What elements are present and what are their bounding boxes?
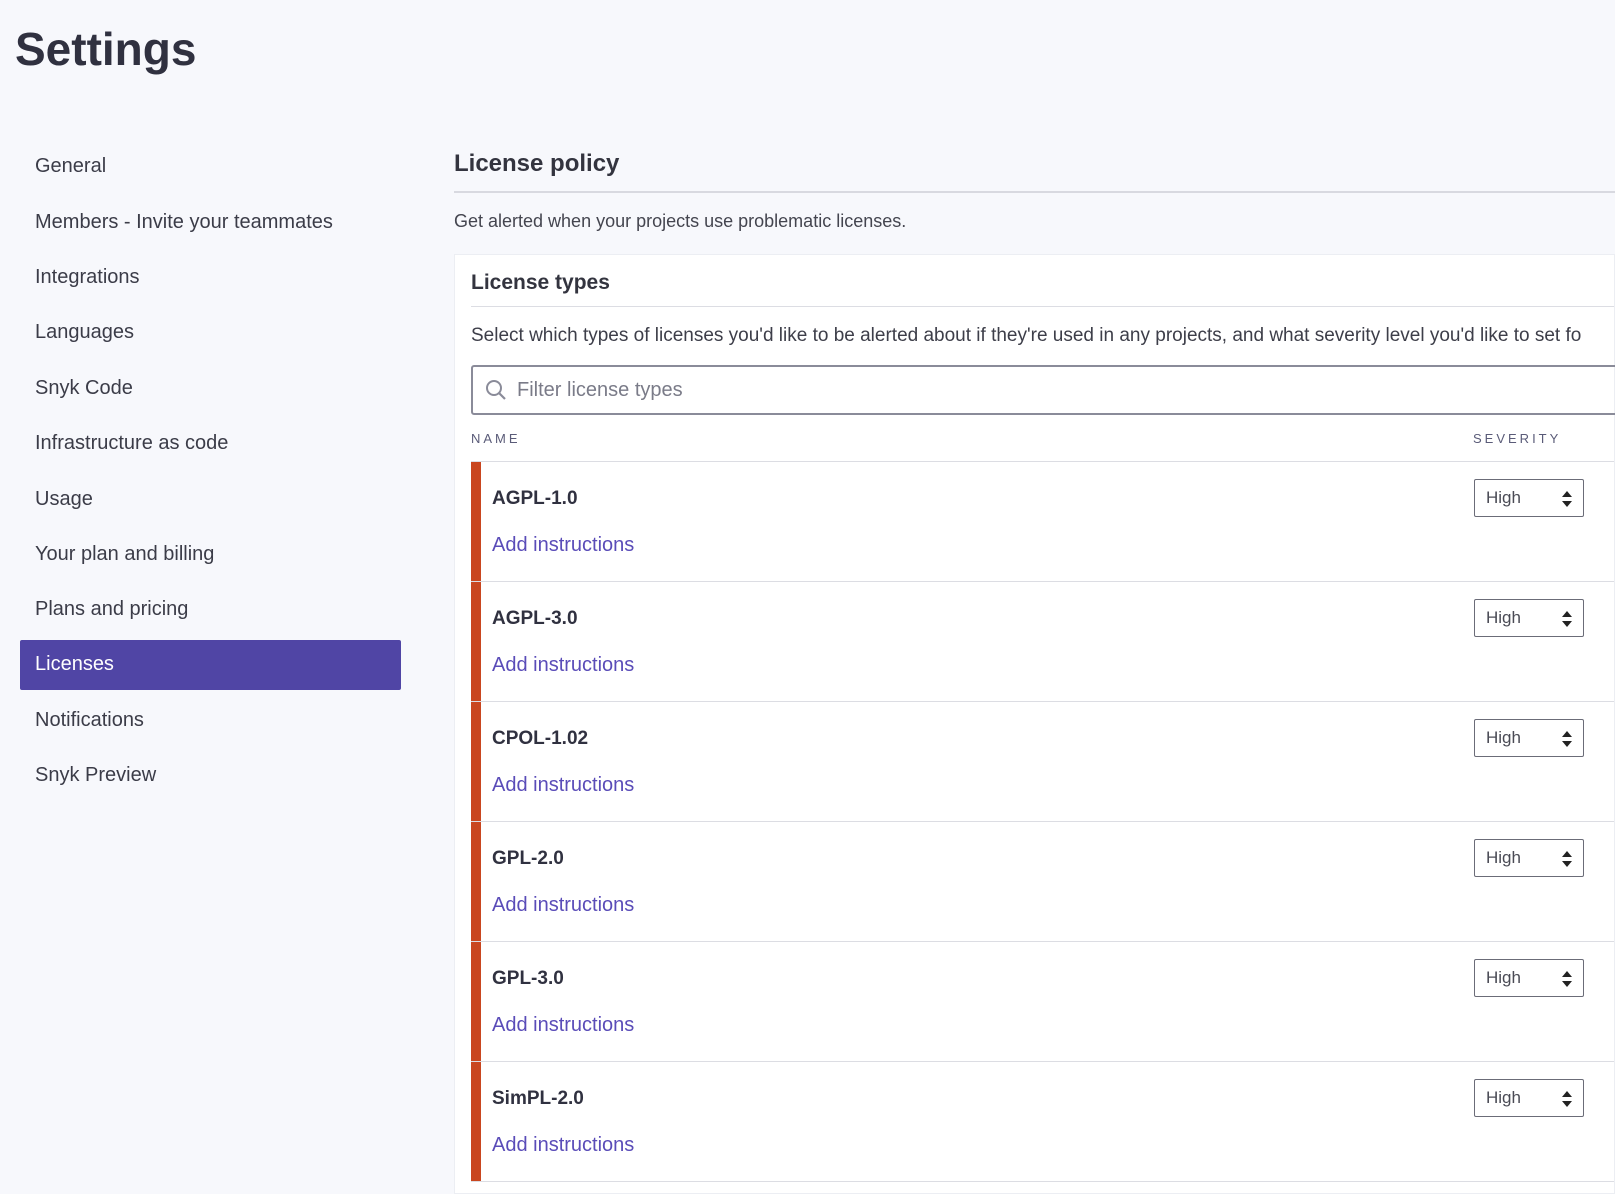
settings-sidebar: General Members - Invite your teammates In… [20, 139, 401, 803]
severity-value: High [1486, 608, 1521, 627]
filter-input[interactable] [517, 378, 1117, 402]
page-title: Settings [15, 23, 197, 75]
license-row: SimPL-2.0 Add instructions High [471, 1062, 1614, 1182]
sidebar-item-general[interactable]: General [20, 139, 401, 194]
license-name: CPOL-1.02 [492, 728, 589, 749]
severity-value: High [1486, 848, 1521, 867]
severity-bar [471, 1062, 481, 1181]
filter-field[interactable] [471, 365, 1615, 415]
severity-value: High [1486, 1088, 1521, 1107]
add-instructions-link[interactable]: Add instructions [492, 534, 634, 557]
divider [471, 306, 1614, 307]
severity-value: High [1486, 728, 1521, 747]
license-name: SimPL-2.0 [492, 1088, 584, 1109]
license-row: GPL-3.0 Add instructions High [471, 942, 1614, 1062]
sidebar-item-infrastructure-as-code[interactable]: Infrastructure as code [20, 416, 401, 471]
license-row: AGPL-1.0 Add instructions High [471, 462, 1614, 582]
section-heading: License policy [454, 150, 620, 177]
license-name: GPL-3.0 [492, 968, 564, 989]
select-arrows-icon [1562, 971, 1572, 987]
add-instructions-link[interactable]: Add instructions [492, 894, 634, 917]
sidebar-item-members-invite-your-teammates[interactable]: Members - Invite your teammates [20, 194, 401, 249]
severity-select[interactable]: High [1474, 1079, 1584, 1117]
add-instructions-link[interactable]: Add instructions [492, 1014, 634, 1037]
severity-bar [471, 582, 481, 701]
column-header-severity: SEVERITY [1473, 431, 1562, 446]
sidebar-item-integrations[interactable]: Integrations [20, 250, 401, 305]
severity-select[interactable]: High [1474, 839, 1584, 877]
select-arrows-icon [1562, 851, 1572, 867]
sidebar-item-licenses[interactable]: Licenses [20, 639, 401, 690]
divider [454, 191, 1615, 193]
add-instructions-link[interactable]: Add instructions [492, 654, 634, 677]
sidebar-item-languages[interactable]: Languages [20, 305, 401, 360]
sidebar-item-snyk-code[interactable]: Snyk Code [20, 361, 401, 416]
select-arrows-icon [1562, 731, 1572, 747]
sidebar-item-notifications[interactable]: Notifications [20, 693, 401, 748]
severity-value: High [1486, 968, 1521, 987]
section-description: Get alerted when your projects use probl… [454, 211, 907, 231]
severity-select[interactable]: High [1474, 599, 1584, 637]
license-name: GPL-2.0 [492, 848, 564, 869]
license-types-card: License types Select which types of lice… [454, 254, 1615, 1194]
sidebar-item-your-plan-and-billing[interactable]: Your plan and billing [20, 527, 401, 582]
severity-select[interactable]: High [1474, 719, 1584, 757]
severity-select[interactable]: High [1474, 479, 1584, 517]
column-header-name: NAME [471, 431, 521, 446]
add-instructions-link[interactable]: Add instructions [492, 774, 634, 797]
select-arrows-icon [1562, 1091, 1572, 1107]
severity-bar [471, 822, 481, 941]
severity-bar [471, 462, 481, 581]
license-row: GPL-2.0 Add instructions High [471, 822, 1614, 942]
card-title: License types [471, 271, 610, 294]
sidebar-item-snyk-preview[interactable]: Snyk Preview [20, 748, 401, 803]
severity-value: High [1486, 488, 1521, 507]
license-row: AGPL-3.0 Add instructions High [471, 582, 1614, 702]
card-description: Select which types of licenses you'd lik… [471, 325, 1582, 346]
select-arrows-icon [1562, 491, 1572, 507]
add-instructions-link[interactable]: Add instructions [492, 1134, 634, 1157]
severity-bar [471, 942, 481, 1061]
sidebar-item-plans-and-pricing[interactable]: Plans and pricing [20, 582, 401, 637]
license-row: CPOL-1.02 Add instructions High [471, 702, 1614, 822]
severity-bar [471, 702, 481, 821]
license-name: AGPL-1.0 [492, 488, 578, 509]
sidebar-item-usage[interactable]: Usage [20, 471, 401, 526]
select-arrows-icon [1562, 611, 1572, 627]
license-name: AGPL-3.0 [492, 608, 578, 629]
severity-select[interactable]: High [1474, 959, 1584, 997]
search-icon [486, 380, 506, 400]
